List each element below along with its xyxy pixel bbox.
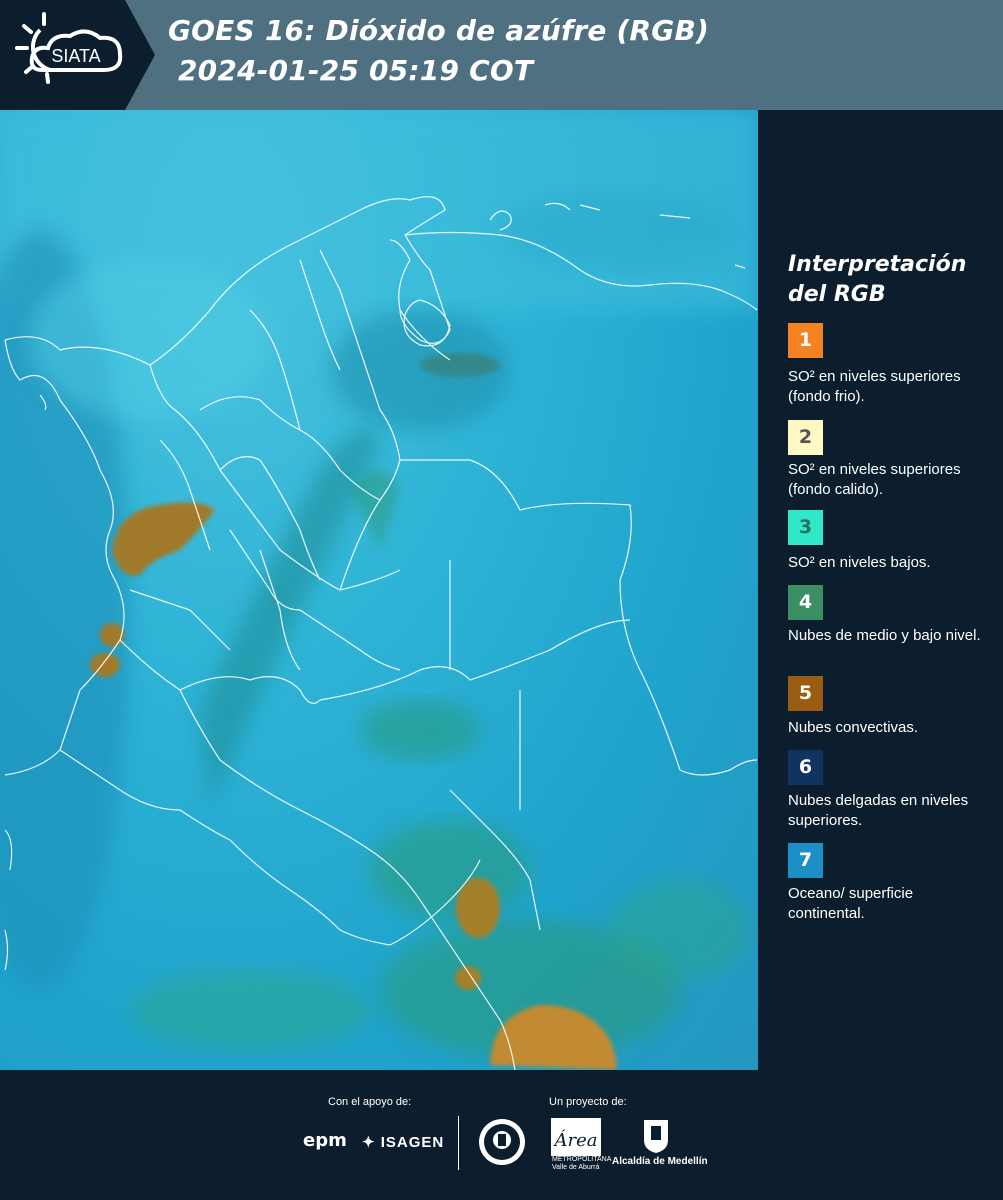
medellin-seal-icon xyxy=(478,1118,526,1166)
isagen-icon: ✦ xyxy=(362,1134,381,1151)
footer: Con el apoyo de: Un proyecto de: epm ✦ I… xyxy=(0,1070,1003,1200)
legend-label-7: Oceano/ superficie continental. xyxy=(788,885,914,922)
legend-title: Interpretación del RGB xyxy=(788,250,998,310)
area-metropolitana-text: METROPOLITANA Valle de Aburrá xyxy=(552,1156,611,1171)
area-logo-text: Área xyxy=(553,1128,598,1151)
legend-panel: Interpretación del RGB 1 SO² en niveles … xyxy=(760,110,1003,1070)
legend-title-line1: Interpretación xyxy=(788,252,967,277)
legend-swatch-5: 5 xyxy=(788,676,823,711)
legend-swatch-3: 3 xyxy=(788,510,823,545)
legend-title-line2: del RGB xyxy=(788,282,886,307)
legend-label-2: SO² en niveles superiores (fondo calido)… xyxy=(788,461,961,498)
legend-swatch-6: 6 xyxy=(788,750,823,785)
legend-swatch-2: 2 xyxy=(788,420,823,455)
legend-label-5: Nubes convectivas. xyxy=(788,719,919,736)
isagen-logo: ✦ ISAGEN xyxy=(362,1133,444,1151)
page-timestamp: 2024-01-25 05:19 COT xyxy=(178,54,534,87)
legend-label-6: Nubes delgadas en niveles superiores. xyxy=(788,792,969,829)
project-label: Un proyecto de: xyxy=(549,1096,627,1108)
legend-swatch-4: 4 xyxy=(788,585,823,620)
legend-swatch-1: 1 xyxy=(788,323,823,358)
legend-label-1: SO² en niveles superiores (fondo frio). xyxy=(788,368,961,405)
support-label: Con el apoyo de: xyxy=(328,1096,412,1108)
legend-label-3: SO² en niveles bajos. xyxy=(788,554,931,571)
legend-swatch-7: 7 xyxy=(788,843,823,878)
isagen-logo-text: ISAGEN xyxy=(380,1134,445,1151)
siata-logo: SIATA xyxy=(0,0,155,110)
page-title: GOES 16: Dióxido de azúfre (RGB) xyxy=(168,14,710,47)
legend-label-4: Nubes de medio y bajo nivel. xyxy=(788,627,981,644)
alcaldia-label: Alcaldía de Medellín xyxy=(612,1156,708,1167)
satellite-image xyxy=(0,110,758,1070)
siata-logo-text: SIATA xyxy=(51,46,100,66)
alcaldia-shield-icon xyxy=(642,1118,670,1154)
header: SIATA GOES 16: Dióxido de azúfre (RGB) 2… xyxy=(0,0,1003,110)
footer-divider xyxy=(458,1116,459,1170)
epm-logo: epm xyxy=(303,1130,347,1151)
